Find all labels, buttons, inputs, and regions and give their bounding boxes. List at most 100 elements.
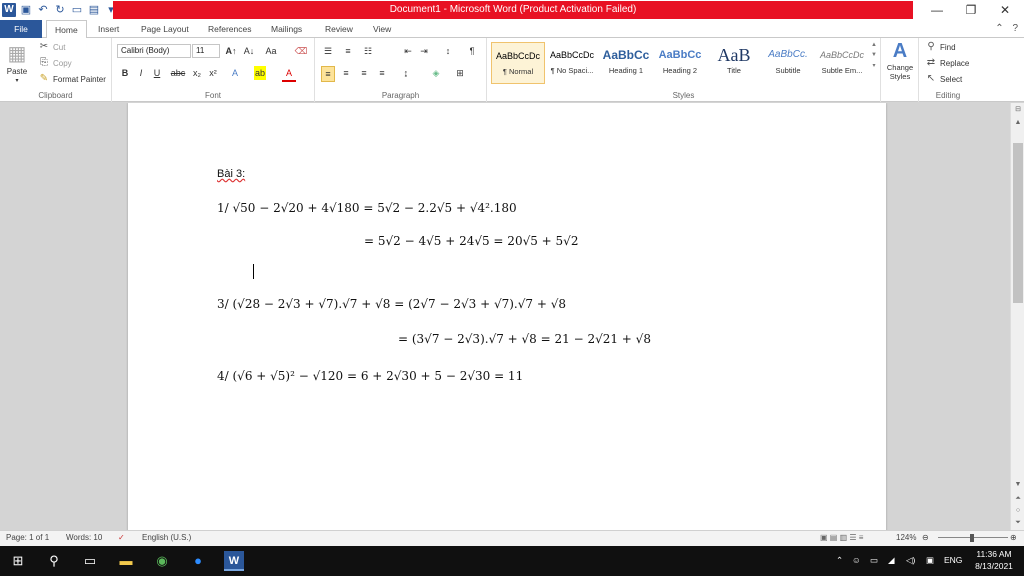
subscript-icon[interactable]: x₂ [190, 66, 204, 80]
zoom-slider-thumb[interactable] [970, 534, 974, 542]
clock-time[interactable]: 11:36 AM [974, 549, 1014, 559]
style-no-spacing[interactable]: AaBbCcDc ¶ No Spaci... [545, 42, 599, 84]
tab-page-layout[interactable]: Page Layout [133, 20, 197, 38]
document-area[interactable]: Bài 3: 1/ √50 − 2√20 + 4√180 = 5√2 − 2.2… [0, 103, 1010, 530]
word-count[interactable]: Words: 10 [66, 533, 102, 542]
line-spacing-icon[interactable]: ↨ [399, 66, 413, 80]
proofing-icon[interactable]: ✓ [118, 533, 125, 542]
people-icon[interactable]: ☺ [852, 555, 861, 565]
style-normal[interactable]: AaBbCcDc ¶ Normal [491, 42, 545, 84]
notifications-icon[interactable]: ▣ [926, 555, 934, 566]
scroll-up-icon[interactable]: ▲ [871, 42, 877, 48]
minimize-button[interactable]: — [920, 0, 954, 20]
decrease-indent-icon[interactable]: ⇤ [401, 44, 415, 58]
previous-page-icon[interactable]: ⏶ [1011, 495, 1024, 503]
word-logo-icon[interactable]: W [2, 3, 16, 17]
show-hidden-icons-icon[interactable]: ⌃ [836, 555, 843, 566]
tab-home[interactable]: Home [46, 20, 87, 39]
ruler-toggle-icon[interactable]: ⊟ [1011, 105, 1024, 113]
copy-button[interactable]: ⎘ Copy [38, 57, 72, 69]
zoom-in-icon[interactable]: ⊕ [1010, 533, 1017, 542]
save-icon[interactable]: ▣ [19, 3, 33, 17]
select-button[interactable]: ↖ Select [925, 73, 962, 85]
zoom-app-icon[interactable]: ● [188, 551, 208, 571]
tab-references[interactable]: References [200, 20, 259, 38]
zoom-level[interactable]: 124% [896, 533, 916, 542]
tab-review[interactable]: Review [317, 20, 361, 38]
sort-icon[interactable]: ↕ [441, 44, 455, 58]
font-color-icon[interactable]: A [282, 66, 296, 82]
redo-icon[interactable]: ↻ [53, 3, 67, 17]
increase-indent-icon[interactable]: ⇥ [417, 44, 431, 58]
view-buttons[interactable]: ▣ ▤ ▥ ☰ ≡ [820, 533, 863, 542]
align-center-icon[interactable]: ≡ [339, 66, 353, 80]
volume-icon[interactable]: ◁) [906, 555, 915, 566]
cut-button[interactable]: ✂ Cut [38, 41, 66, 53]
clear-formatting-icon[interactable]: ⌫ [294, 44, 308, 58]
help-icon[interactable]: ? [1012, 23, 1018, 34]
tab-mailings[interactable]: Mailings [263, 20, 310, 38]
change-styles-button[interactable]: A Change Styles [884, 40, 916, 81]
numbering-icon[interactable]: ≡ [341, 44, 355, 58]
tab-file[interactable]: File [0, 20, 42, 38]
restore-button[interactable]: ❐ [954, 0, 988, 20]
network-icon[interactable]: ◢ [888, 555, 895, 566]
font-size-select[interactable]: 11 [192, 44, 220, 58]
page-count[interactable]: Page: 1 of 1 [6, 533, 49, 542]
align-right-icon[interactable]: ≡ [357, 66, 371, 80]
borders-icon[interactable]: ⊞ [453, 66, 467, 80]
show-marks-icon[interactable]: ¶ [465, 44, 479, 58]
minimize-ribbon-icon[interactable]: ⌃ [995, 23, 1003, 34]
style-subtle-emphasis[interactable]: AaBbCcDc Subtle Em... [815, 42, 869, 84]
language-indicator[interactable]: English (U.S.) [142, 533, 191, 542]
multilevel-list-icon[interactable]: ☷ [361, 44, 375, 58]
grow-font-icon[interactable]: A↑ [224, 44, 238, 58]
scroll-up-arrow-icon[interactable]: ▲ [1011, 119, 1024, 126]
italic-icon[interactable]: I [134, 66, 148, 80]
zoom-out-icon[interactable]: ⊖ [922, 533, 929, 542]
scroll-thumb[interactable] [1013, 143, 1023, 303]
scroll-down-icon[interactable]: ▼ [871, 52, 877, 58]
more-styles-icon[interactable]: ▾ [872, 62, 875, 69]
bold-icon[interactable]: B [118, 66, 132, 80]
undo-icon[interactable]: ↶ [36, 3, 50, 17]
strikethrough-icon[interactable]: abc [168, 66, 188, 80]
document-page[interactable]: Bài 3: 1/ √50 − 2√20 + 4√180 = 5√2 − 2.2… [128, 103, 886, 530]
highlight-icon[interactable]: ab [254, 66, 266, 80]
text-effects-icon[interactable]: A [228, 66, 242, 80]
shading-icon[interactable]: ◈ [429, 66, 443, 80]
open-icon[interactable]: ▭ [70, 3, 84, 17]
battery-icon[interactable]: ▭ [870, 555, 878, 566]
print-icon[interactable]: ▤ [87, 3, 101, 17]
chrome-icon[interactable]: ◉ [152, 551, 172, 571]
windows-start-icon[interactable]: ⊞ [8, 551, 28, 571]
task-view-icon[interactable]: ▭ [80, 551, 100, 571]
superscript-icon[interactable]: x² [206, 66, 220, 80]
input-language[interactable]: ENG [944, 555, 962, 565]
close-button[interactable]: ✕ [988, 0, 1022, 20]
paste-button[interactable]: ▦ Paste ▾ [6, 42, 28, 84]
shrink-font-icon[interactable]: A↓ [242, 44, 256, 58]
format-painter-button[interactable]: ✎ Format Painter [38, 73, 106, 85]
find-button[interactable]: ⚲ Find [925, 41, 955, 53]
select-browse-object-icon[interactable]: ○ [1011, 507, 1024, 514]
word-app-icon[interactable]: W [224, 551, 244, 571]
style-heading-1[interactable]: AaBbCc Heading 1 [599, 42, 653, 84]
style-subtitle[interactable]: AaBbCc. Subtitle [761, 42, 815, 84]
vertical-scrollbar[interactable]: ⊟ ▲ ▼ ⏶ ○ ⏷ [1010, 103, 1024, 530]
align-left-icon[interactable]: ≡ [321, 66, 335, 82]
search-icon[interactable]: ⚲ [44, 551, 64, 571]
underline-icon[interactable]: U [150, 66, 164, 80]
change-case-icon[interactable]: Aa [264, 44, 278, 58]
scroll-down-arrow-icon[interactable]: ▼ [1011, 481, 1024, 488]
tab-insert[interactable]: Insert [90, 20, 127, 38]
style-heading-2[interactable]: AaBbCc Heading 2 [653, 42, 707, 84]
clock-date[interactable]: 8/13/2021 [972, 561, 1016, 571]
replace-button[interactable]: ⇄ Replace [925, 57, 970, 69]
file-explorer-icon[interactable]: ▬ [116, 551, 136, 571]
tab-view[interactable]: View [365, 20, 399, 38]
bullets-icon[interactable]: ☰ [321, 44, 335, 58]
font-name-select[interactable]: Calibri (Body) [117, 44, 191, 58]
justify-icon[interactable]: ≡ [375, 66, 389, 80]
styles-scroll[interactable]: ▲ ▼ ▾ [871, 42, 877, 69]
